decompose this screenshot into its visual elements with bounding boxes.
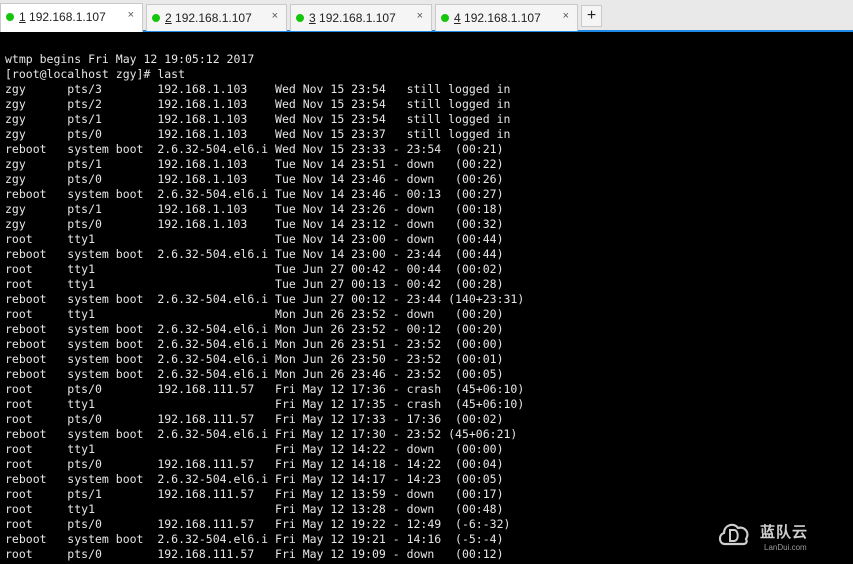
terminal-line: root tty1 Fri May 12 14:22 - down (00:00… <box>5 442 504 456</box>
terminal-line: zgy pts/2 192.168.1.103 Wed Nov 15 23:54… <box>5 97 511 111</box>
tab-1[interactable]: 1 192.168.1.107 × <box>0 3 143 32</box>
terminal-line: [root@localhost zgy]# last <box>5 67 186 81</box>
watermark-brand: 蓝队云 <box>760 523 809 541</box>
tab-label: 1 192.168.1.107 <box>19 10 106 24</box>
terminal-line: zgy pts/3 192.168.1.103 Wed Nov 15 23:54… <box>5 82 511 96</box>
watermark-url: LanDui.com <box>764 543 807 552</box>
connected-status-icon <box>152 14 160 22</box>
add-tab-button[interactable]: + <box>581 5 602 27</box>
terminal-line: reboot system boot 2.6.32-504.el6.i Tue … <box>5 187 504 201</box>
terminal-line: zgy pts/0 192.168.1.103 Wed Nov 15 23:37… <box>5 127 511 141</box>
close-tab-icon[interactable]: × <box>128 9 134 21</box>
terminal-line: root pts/0 192.168.111.57 Fri May 12 14:… <box>5 457 504 471</box>
tab-label: 2 192.168.1.107 <box>165 11 252 25</box>
connected-status-icon <box>441 14 449 22</box>
terminal-line: zgy pts/0 192.168.1.103 Tue Nov 14 23:12… <box>5 217 504 231</box>
terminal-line: reboot system boot 2.6.32-504.el6.i Fri … <box>5 472 504 486</box>
tab-3[interactable]: 3 192.168.1.107 × <box>290 4 432 31</box>
tab-4[interactable]: 4 192.168.1.107 × <box>435 4 578 31</box>
cloud-d-logo-icon <box>718 523 749 546</box>
tab-2[interactable]: 2 192.168.1.107 × <box>146 4 287 31</box>
terminal-line: root tty1 Tue Jun 27 00:42 - 00:44 (00:0… <box>5 262 504 276</box>
terminal-line: root pts/0 192.168.111.57 Fri May 12 17:… <box>5 382 525 396</box>
terminal-line: root tty1 Mon Jun 26 23:52 - down (00:20… <box>5 307 504 321</box>
connected-status-icon <box>296 14 304 22</box>
terminal-line: reboot system boot 2.6.32-504.el6.i Tue … <box>5 292 525 306</box>
terminal-line: zgy pts/1 192.168.1.103 Tue Nov 14 23:51… <box>5 157 504 171</box>
connected-status-icon <box>6 13 14 21</box>
terminal-line: reboot system boot 2.6.32-504.el6.i Wed … <box>5 142 504 156</box>
terminal-line: reboot system boot 2.6.32-504.el6.i Tue … <box>5 247 504 261</box>
terminal-line: reboot system boot 2.6.32-504.el6.i Fri … <box>5 427 518 441</box>
terminal-line: root pts/0 192.168.111.57 Fri May 12 17:… <box>5 412 504 426</box>
tab-bar: 1 192.168.1.107 × 2 192.168.1.107 × 3 19… <box>0 0 853 32</box>
tab-label: 3 192.168.1.107 <box>309 11 396 25</box>
terminal-line: wtmp begins Fri May 12 19:05:12 2017 <box>5 52 255 66</box>
terminal-line: root tty1 Tue Nov 14 23:00 - down (00:44… <box>5 232 504 246</box>
terminal-line: reboot system boot 2.6.32-504.el6.i Mon … <box>5 322 504 336</box>
terminal-line: root tty1 Fri May 12 17:35 - crash (45+0… <box>5 397 525 411</box>
terminal-line: reboot system boot 2.6.32-504.el6.i Mon … <box>5 352 504 366</box>
terminal-line: zgy pts/0 192.168.1.103 Tue Nov 14 23:46… <box>5 172 504 186</box>
terminal-line: zgy pts/1 192.168.1.103 Tue Nov 14 23:26… <box>5 202 504 216</box>
tab-label: 4 192.168.1.107 <box>454 11 541 25</box>
close-tab-icon[interactable]: × <box>417 10 423 22</box>
terminal-line: root tty1 Tue Jun 27 00:13 - 00:42 (00:2… <box>5 277 504 291</box>
close-tab-icon[interactable]: × <box>563 10 569 22</box>
close-tab-icon[interactable]: × <box>272 10 278 22</box>
terminal-output[interactable]: wtmp begins Fri May 12 19:05:12 2017 [roo… <box>5 52 853 562</box>
terminal-line: root pts/1 192.168.111.57 Fri May 12 13:… <box>5 487 504 501</box>
terminal-line: zgy pts/1 192.168.1.103 Wed Nov 15 23:54… <box>5 112 511 126</box>
terminal-line: reboot system boot 2.6.32-504.el6.i Mon … <box>5 337 504 351</box>
terminal-line: reboot system boot 2.6.32-504.el6.i Mon … <box>5 367 504 381</box>
